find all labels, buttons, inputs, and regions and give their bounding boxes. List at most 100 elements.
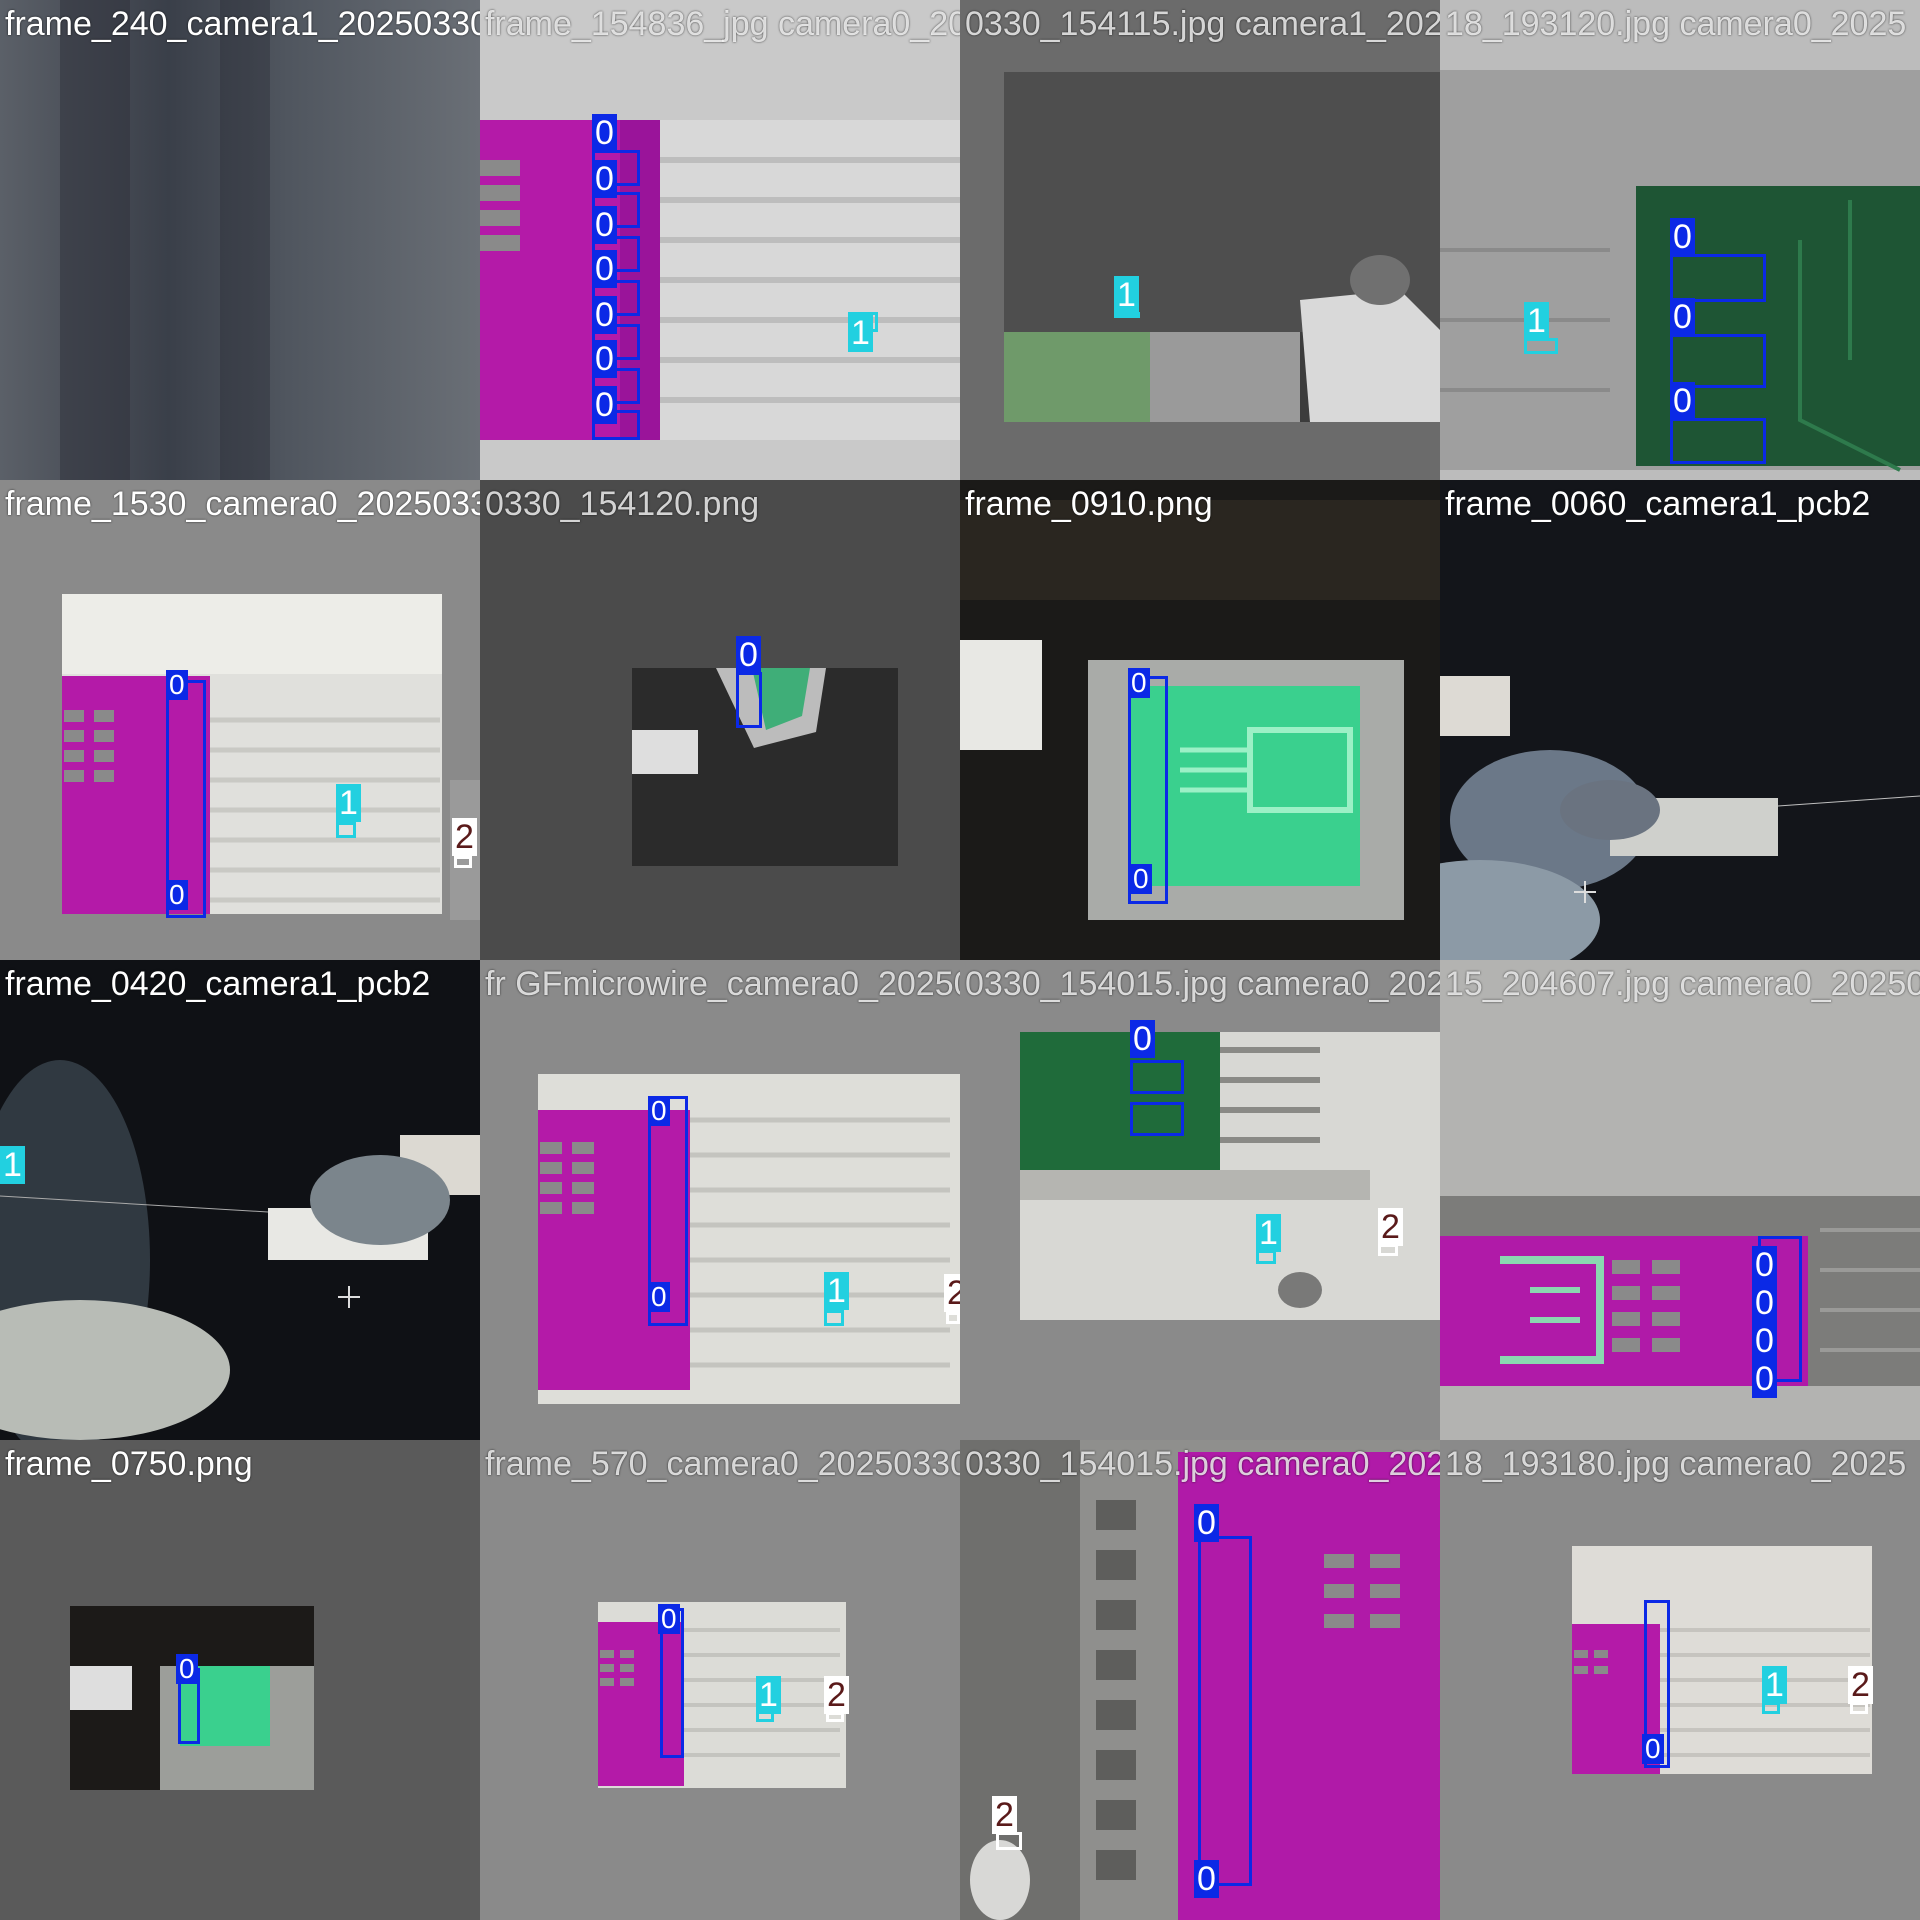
label-class-0: 0 <box>648 1096 670 1126</box>
label-class-0: 0 <box>1752 1246 1777 1284</box>
detection-box <box>996 1832 1022 1850</box>
label-class-0: 0 <box>592 160 617 198</box>
tile-11-image <box>960 960 1440 1440</box>
tile-9: 1 frame_0420_camera1_pcb2 <box>0 960 480 1440</box>
tile-10: 0 0 1 2 fr GFmicrowire_camera0_20250330_… <box>480 960 960 1440</box>
label-class-0: 0 <box>648 1282 670 1312</box>
label-class-0: 0 <box>592 206 617 244</box>
mosaic-grid: frame_240_camera1_20250330_154836.jpg 0 … <box>0 0 1920 1920</box>
label-class-0: 0 <box>592 114 617 152</box>
label-class-2: 2 <box>1848 1666 1873 1704</box>
label-class-0: 0 <box>1642 1734 1664 1764</box>
tile-6: 0 0330_154120.png <box>480 480 960 960</box>
label-class-0: 0 <box>592 340 617 378</box>
label-class-1: 1 <box>1256 1214 1281 1252</box>
tile-16: 0 1 2 18_193180.jpg camera0_2025 <box>1440 1440 1920 1920</box>
tile-15: 0 0 2 0330_154015.jpg camera0_20250318_1… <box>960 1440 1440 1920</box>
tile-14: 0 1 2 frame_570_camera0_20250330_154015.… <box>480 1440 960 1920</box>
tile-7-image <box>960 480 1440 960</box>
label-class-0: 0 <box>1194 1504 1219 1542</box>
detection-box <box>736 672 762 728</box>
label-class-1: 1 <box>0 1146 25 1184</box>
tile-1-image <box>0 0 480 480</box>
label-class-0: 0 <box>658 1604 680 1634</box>
label-class-0: 0 <box>176 1654 198 1684</box>
detection-box <box>1524 338 1558 354</box>
tile-2: 0 0 0 0 0 0 0 1 frame_154836_jpg camera0… <box>480 0 960 480</box>
detection-box <box>1670 254 1766 302</box>
tile-11-filename: 0330_154015.jpg camera0_20250315_204607.… <box>965 965 1440 1003</box>
label-class-0: 0 <box>736 636 761 674</box>
tile-1-filename: frame_240_camera1_20250330_154836.jpg <box>5 5 480 43</box>
label-class-0: 0 <box>1194 1860 1219 1898</box>
tile-2-filename: frame_154836_jpg camera0_2025 <box>485 5 960 43</box>
tile-12-image <box>1440 960 1920 1440</box>
label-class-0: 0 <box>1128 668 1150 698</box>
tile-6-filename: 0330_154120.png <box>485 485 760 523</box>
tile-12-filename: 15_204607.jpg camera0_20250 <box>1445 965 1920 1003</box>
label-class-2: 2 <box>824 1676 849 1714</box>
tile-3-image <box>960 0 1440 480</box>
tile-13-image <box>0 1440 480 1920</box>
tile-14-filename: frame_570_camera0_20250330_154015.jpg <box>485 1445 960 1483</box>
tile-3: 1 0330_154115.jpg camera1_20250318_19312… <box>960 0 1440 480</box>
label-class-0: 0 <box>166 880 188 910</box>
tile-9-filename: frame_0420_camera1_pcb2 <box>5 965 431 1003</box>
detection-box <box>454 856 472 868</box>
label-class-0: 0 <box>592 386 617 424</box>
detection-box <box>1198 1536 1252 1886</box>
detection-box <box>946 1312 960 1324</box>
tile-12: 0 0 0 0 15_204607.jpg camera0_20250 <box>1440 960 1920 1440</box>
label-class-1: 1 <box>336 784 361 822</box>
label-class-1: 1 <box>824 1272 849 1310</box>
label-class-0: 0 <box>1670 298 1695 336</box>
label-class-1: 1 <box>1762 1666 1787 1704</box>
tile-13-filename: frame_0750.png <box>5 1445 253 1483</box>
tile-10-image <box>480 960 960 1440</box>
label-class-2: 2 <box>1378 1208 1403 1246</box>
label-class-0: 0 <box>1670 382 1695 420</box>
label-class-0: 0 <box>166 670 188 700</box>
detection-box <box>1130 1060 1184 1094</box>
label-class-0: 0 <box>592 296 617 334</box>
label-class-1: 1 <box>848 314 873 352</box>
tile-4: 0 0 0 1 18_193120.jpg camera0_2025 <box>1440 0 1920 480</box>
label-class-2: 2 <box>944 1274 960 1312</box>
tile-9-image <box>0 960 480 1440</box>
label-class-1: 1 <box>1524 302 1549 340</box>
label-class-0: 0 <box>1752 1284 1777 1322</box>
tile-8-image <box>1440 480 1920 960</box>
label-class-0: 0 <box>1670 218 1695 256</box>
label-class-1: 1 <box>1114 276 1139 314</box>
tile-7-filename: frame_0910.png <box>965 485 1213 523</box>
label-class-0: 0 <box>1752 1360 1777 1398</box>
tile-7: 0 0 frame_0910.png <box>960 480 1440 960</box>
tile-5: 0 0 1 2 frame_1530_camera0_20250330_1541… <box>0 480 480 960</box>
tile-16-filename: 18_193180.jpg camera0_2025 <box>1445 1445 1907 1483</box>
label-class-0: 0 <box>1130 1020 1155 1058</box>
detection-box <box>1670 334 1766 388</box>
tile-13: 0 frame_0750.png <box>0 1440 480 1920</box>
tile-14-image <box>480 1440 960 1920</box>
detection-box <box>336 822 356 838</box>
tile-8: frame_0060_camera1_pcb2 <box>1440 480 1920 960</box>
detection-box <box>1130 1102 1184 1136</box>
detection-box <box>824 1310 844 1326</box>
label-class-0: 0 <box>1130 864 1152 894</box>
label-class-2: 2 <box>992 1796 1017 1834</box>
tile-1: frame_240_camera1_20250330_154836.jpg <box>0 0 480 480</box>
label-class-0: 0 <box>1752 1322 1777 1360</box>
tile-5-image <box>0 480 480 960</box>
detection-box <box>1256 1250 1276 1264</box>
label-class-1: 1 <box>756 1676 781 1714</box>
tile-6-image <box>480 480 960 960</box>
tile-8-filename: frame_0060_camera1_pcb2 <box>1445 485 1871 523</box>
detection-box <box>1670 418 1766 464</box>
tile-4-filename: 18_193120.jpg camera0_2025 <box>1445 5 1907 43</box>
label-class-0: 0 <box>592 250 617 288</box>
tile-2-image <box>480 0 960 480</box>
tile-3-filename: 0330_154115.jpg camera1_20250318_193120.… <box>965 5 1440 43</box>
tile-5-filename: frame_1530_camera0_20250330_154120.png <box>5 485 480 523</box>
label-class-2: 2 <box>452 818 477 856</box>
tile-11: 0 1 2 0330_154015.jpg camera0_20250315_2… <box>960 960 1440 1440</box>
